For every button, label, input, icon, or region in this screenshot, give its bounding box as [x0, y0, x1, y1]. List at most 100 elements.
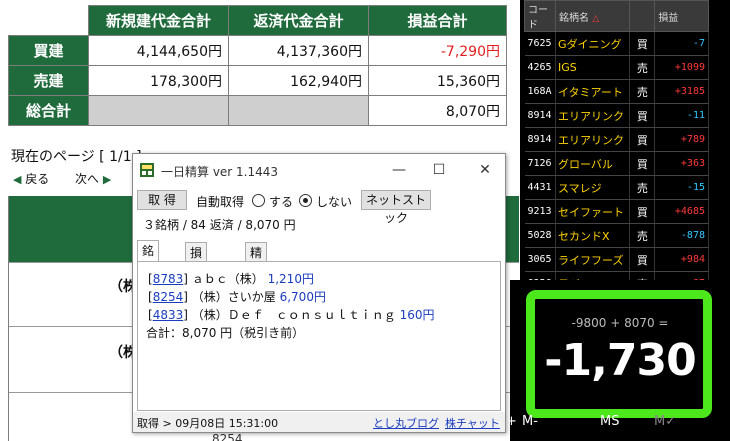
auto-fetch-no-label[interactable]: しない: [316, 193, 352, 210]
tab-panel: [8783] ａｂｃ（株） 1,210円 [8254] （株）さいか屋 6,70…: [137, 261, 501, 411]
page-indicator: 現在のページ [ 1/1 ]: [11, 149, 142, 165]
stock-code-link[interactable]: 4833: [153, 308, 184, 322]
stock-name: （株）さいか屋: [191, 290, 276, 304]
ticker-header-side[interactable]: [629, 0, 656, 32]
ticker-row[interactable]: 7625 Gダイニング買 -7: [524, 31, 709, 56]
maximize-icon[interactable]: ☐: [429, 160, 449, 180]
buy-new-total: 4,144,650円: [88, 35, 229, 66]
triangle-left-icon: ◀: [13, 173, 22, 186]
ticker-row[interactable]: 4265 IGS 売 +1099: [524, 55, 709, 80]
back-link-label: 戻る: [25, 172, 50, 186]
ticker-pl: +984: [654, 247, 709, 272]
ticker-row[interactable]: 7126 グローバル買 +363: [524, 151, 709, 176]
row-label-buy: 買建: [8, 35, 89, 66]
grand-pl-total: 8,070円: [368, 95, 507, 126]
ticker-row[interactable]: 168A イタミアート売 +3185: [524, 79, 709, 104]
summary-status: ３銘柄 / 84 返済 / 8,070 円: [143, 218, 296, 232]
ticker-header-name[interactable]: 銘柄名 △: [554, 0, 631, 32]
next-link[interactable]: 次へ ▶: [75, 170, 111, 187]
sell-repay-total: 162,940円: [228, 65, 369, 96]
trade-row: [8783] ａｂｃ（株） 1,210円: [148, 270, 314, 287]
ticker-code: 7625: [524, 31, 556, 56]
ticker-table: コード 銘柄名 △ 損益 7625 Gダイニング買 -7 4265 IGS 売 +1099 1…: [524, 0, 709, 296]
ticker-side: 売: [629, 223, 656, 248]
ticker-side: 買: [629, 151, 656, 176]
ticker-pl: +363: [654, 151, 709, 176]
ticker-row[interactable]: 9213 セイファート買 +4685: [524, 199, 709, 224]
fetch-button[interactable]: 取 得: [137, 190, 187, 210]
ticker-code: 7126: [524, 151, 556, 176]
ticker-side: 売: [629, 55, 656, 80]
auto-fetch-no-radio[interactable]: [299, 194, 312, 207]
close-icon[interactable]: ✕: [475, 160, 495, 180]
ticker-header-row: コード 銘柄名 △ 損益: [524, 0, 709, 32]
summary-row-sell: 売建 178,300円 162,940円 15,360円: [8, 65, 507, 96]
ticker-code: 4265: [524, 55, 556, 80]
window-statusbar: 取得 > 09月08日 15:31:00 とし丸ブログ 株チャット: [133, 412, 505, 432]
net-stock-button[interactable]: ネットストック: [361, 190, 431, 225]
ticker-code: 8914: [524, 103, 556, 128]
ticker-row[interactable]: 5028 セカンドX 売 -878: [524, 223, 709, 248]
stock-code-link[interactable]: 8783: [153, 272, 184, 286]
ticker-name: エリアリンク: [555, 103, 631, 128]
ticker-row[interactable]: 3065 ライフフーズ買 +984: [524, 247, 709, 272]
stock-name: （株）Ｄｅｆ ｃｏｎｓｕｌｔｉｎｇ: [191, 308, 396, 322]
ticker-side: 売: [629, 175, 656, 200]
ticker-row[interactable]: 8914 エリアリンク買 -11: [524, 103, 709, 128]
auto-fetch-yes-label[interactable]: する: [269, 193, 293, 210]
plus-button[interactable]: +: [506, 414, 517, 429]
result-value: -1,730: [544, 335, 696, 386]
ticker-pl: -11: [654, 103, 709, 128]
tab-by-stock[interactable]: 銘柄別: [137, 240, 160, 292]
ticker-row[interactable]: 4431 スマレジ売 -15: [524, 175, 709, 200]
window-toolbar: 取 得 自動取得 する しない ネットストック: [133, 190, 505, 225]
auto-fetch-label: 自動取得: [196, 195, 245, 209]
trade-profit: 6,700円: [279, 290, 326, 304]
minimize-icon[interactable]: —: [389, 160, 409, 180]
blog-link[interactable]: とし丸ブログ: [373, 415, 439, 431]
ticker-pl: -878: [654, 223, 709, 248]
back-link[interactable]: ◀ 戻る: [13, 170, 49, 187]
ticker-header-pl[interactable]: 損益: [654, 0, 709, 32]
daily-settlement-window: 一日精算 ver 1.1443 — ☐ ✕ 取 得 自動取得 する しない ネッ…: [132, 153, 506, 433]
ticker-header-code[interactable]: コード: [524, 0, 556, 32]
summary-corner: [8, 5, 89, 36]
ticker-side: 買: [629, 31, 656, 56]
ticker-code: 8914: [524, 127, 556, 152]
ticker-code: 4431: [524, 175, 556, 200]
chat-link[interactable]: 株チャット: [445, 415, 500, 431]
auto-fetch-yes-radio[interactable]: [252, 194, 265, 207]
sell-new-total: 178,300円: [88, 65, 229, 96]
ticker-name: Gダイニング: [555, 31, 631, 56]
trade-profit: 160円: [399, 308, 435, 322]
memory-minus-button[interactable]: M-: [522, 414, 538, 429]
ticker-side: 買: [629, 247, 656, 272]
tab-pl-history[interactable]: 損益推移: [185, 242, 208, 311]
ticker-body: 7625 Gダイニング買 -7 4265 IGS 売 +1099 168A イタミアート売 +31…: [524, 31, 709, 296]
ticker-pl: +3185: [654, 79, 709, 104]
row-label-sell: 売建: [8, 65, 89, 96]
row-label-total: 総合計: [8, 95, 89, 126]
total-new-empty: [88, 95, 229, 126]
sort-up-icon: △: [592, 13, 600, 24]
ticker-pl: +789: [654, 127, 709, 152]
ticker-code: 9213: [524, 199, 556, 224]
ticker-side: 売: [629, 79, 656, 104]
stock-code-link[interactable]: 8254: [153, 290, 184, 304]
ticker-name: エリアリンク: [555, 127, 631, 152]
calculator-app-icon: [140, 163, 154, 177]
ticker-pl: +1099: [654, 55, 709, 80]
ticker-code: 5028: [524, 223, 556, 248]
window-title: 一日精算 ver 1.1443: [161, 165, 279, 179]
memory-store-button[interactable]: MS: [600, 414, 619, 429]
memory-list-button[interactable]: M✓: [654, 414, 676, 429]
bracket-close: ]: [183, 272, 188, 286]
ticker-row[interactable]: 8914 エリアリンク買 +789: [524, 127, 709, 152]
header-repay-total: 返済代金合計: [228, 5, 369, 36]
tab-settlement[interactable]: 精算表: [245, 242, 268, 294]
sell-pl-total: 15,360円: [368, 65, 507, 96]
total-repay-empty: [228, 95, 369, 126]
window-titlebar[interactable]: 一日精算 ver 1.1443 — ☐ ✕: [133, 154, 505, 186]
bracket-close: ]: [183, 308, 188, 322]
header-pl-total: 損益合計: [368, 5, 507, 36]
